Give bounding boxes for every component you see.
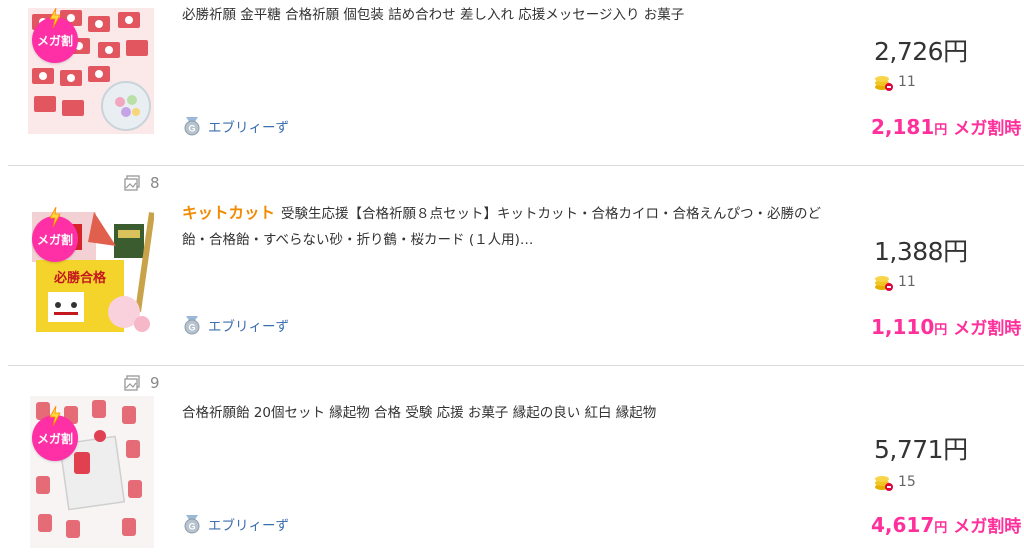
lightning-icon bbox=[49, 406, 61, 426]
shop-badge-icon: G bbox=[184, 515, 200, 534]
mega-sale-badge: メガ割 bbox=[32, 8, 78, 63]
brand-label[interactable]: キットカット bbox=[182, 204, 275, 222]
points-value: 11 bbox=[898, 74, 916, 90]
points-value: 15 bbox=[898, 474, 916, 490]
lightning-icon bbox=[49, 207, 61, 227]
image-stack-icon bbox=[124, 175, 140, 191]
mega-sale-badge-label: メガ割 bbox=[36, 431, 73, 446]
product-item[interactable]: メガ割 必勝祈願 金平糖 合格祈願 個包装 詰め合わせ 差し入れ 応援メッセージ… bbox=[0, 0, 1024, 165]
shop-name[interactable]: エブリィーず bbox=[208, 116, 289, 136]
shop-link[interactable]: G エブリィーず bbox=[182, 116, 289, 136]
svg-text:G: G bbox=[188, 323, 195, 333]
image-count-value: 9 bbox=[150, 374, 160, 392]
svg-text:G: G bbox=[188, 124, 195, 134]
product-price: 1,388円 bbox=[874, 237, 968, 266]
product-price: 2,726円 bbox=[874, 37, 968, 66]
shop-badge-icon: G bbox=[184, 316, 200, 335]
lightning-icon bbox=[49, 8, 61, 28]
points: 11 bbox=[874, 72, 916, 92]
mega-sale-price: 2,181円 メガ割時 bbox=[871, 114, 1021, 139]
mega-sale-label: メガ割時 bbox=[953, 119, 1022, 139]
svg-text:G: G bbox=[188, 522, 195, 532]
product-title[interactable]: 合格祈願飴 20個セット 縁起物 合格 受験 応援 お菓子 縁起の良い 紅白 縁… bbox=[182, 400, 842, 426]
product-title-text[interactable]: 必勝祈願 金平糖 合格祈願 個包装 詰め合わせ 差し入れ 応援メッセージ入り お… bbox=[182, 7, 684, 23]
product-title[interactable]: キットカット 受験生応援【合格祈願８点セット】キットカット・合格カイロ・合格えんぴ… bbox=[182, 200, 842, 253]
points: 15 bbox=[874, 472, 916, 492]
coin-stack-icon bbox=[875, 276, 893, 291]
coin-stack-icon bbox=[875, 476, 893, 491]
mega-sale-price-yen: 円 bbox=[934, 123, 948, 138]
product-item[interactable]: 8 必勝合格 メガ割 キットカット 受験生応援【合格祈願８点セット】キットカット… bbox=[0, 166, 1024, 365]
svg-text:必勝合格: 必勝合格 bbox=[53, 270, 107, 286]
mega-sale-price-value: 1,110 bbox=[871, 315, 935, 339]
mega-sale-price: 1,110円 メガ割時 bbox=[871, 314, 1021, 339]
image-count-value: 8 bbox=[150, 174, 160, 192]
mega-sale-badge: メガ割 bbox=[32, 207, 78, 262]
mega-sale-badge: メガ割 bbox=[32, 406, 78, 461]
mega-sale-badge-label: メガ割 bbox=[36, 232, 73, 247]
mega-sale-price-yen: 円 bbox=[934, 521, 948, 536]
image-count: 9 bbox=[124, 374, 160, 392]
mega-sale-label: メガ割時 bbox=[953, 517, 1022, 537]
product-list: メガ割 必勝祈願 金平糖 合格祈願 個包装 詰め合わせ 差し入れ 応援メッセージ… bbox=[0, 0, 1024, 553]
shop-name[interactable]: エブリィーず bbox=[208, 315, 289, 335]
shop-badge-icon: G bbox=[184, 117, 200, 136]
mega-sale-label: メガ割時 bbox=[953, 319, 1022, 339]
mega-sale-price-value: 4,617 bbox=[871, 513, 935, 537]
product-item[interactable]: 9 メガ割 合格祈願飴 20個セット 縁起物 合格 受験 応援 お菓子 縁起の良… bbox=[0, 366, 1024, 553]
coin-stack-icon bbox=[875, 76, 893, 91]
image-stack-icon bbox=[124, 375, 140, 391]
mega-sale-price-yen: 円 bbox=[934, 323, 948, 338]
product-title-text[interactable]: 合格祈願飴 20個セット 縁起物 合格 受験 応援 お菓子 縁起の良い 紅白 縁… bbox=[182, 405, 656, 421]
points: 11 bbox=[874, 272, 916, 292]
points-value: 11 bbox=[898, 274, 916, 290]
product-title-text[interactable]: 受験生応援【合格祈願８点セット】キットカット・合格カイロ・合格えんぴつ・必勝のど… bbox=[182, 206, 821, 248]
product-price: 5,771円 bbox=[874, 435, 968, 464]
mega-sale-price: 4,617円 メガ割時 bbox=[871, 512, 1021, 537]
shop-link[interactable]: G エブリィーず bbox=[182, 514, 289, 534]
shop-link[interactable]: G エブリィーず bbox=[182, 315, 289, 335]
mega-sale-price-value: 2,181 bbox=[871, 115, 935, 139]
product-title[interactable]: 必勝祈願 金平糖 合格祈願 個包装 詰め合わせ 差し入れ 応援メッセージ入り お… bbox=[182, 2, 842, 28]
image-count: 8 bbox=[124, 174, 160, 192]
mega-sale-badge-label: メガ割 bbox=[36, 33, 73, 48]
shop-name[interactable]: エブリィーず bbox=[208, 514, 289, 534]
